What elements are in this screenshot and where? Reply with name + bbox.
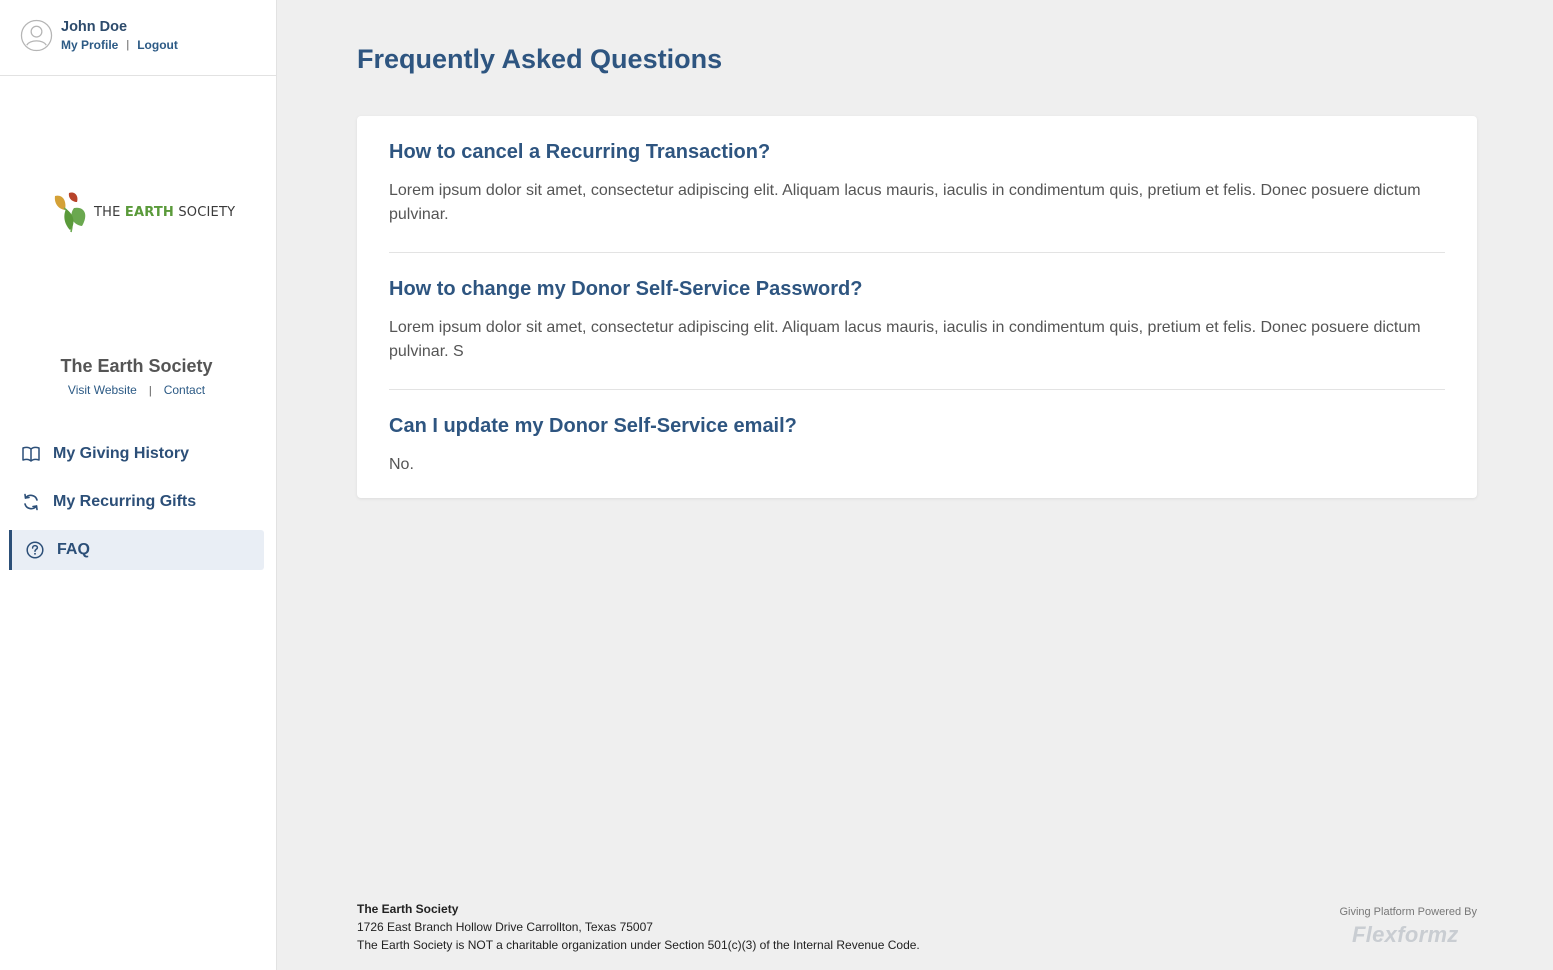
nav-item-label: My Giving History bbox=[53, 445, 190, 462]
leaves-logo-icon bbox=[54, 192, 86, 233]
powered-by-text: Giving Platform Powered By bbox=[1339, 906, 1477, 918]
faq-question: How to cancel a Recurring Transaction? bbox=[389, 141, 771, 163]
logo-text: THE EARTH SOCIETY bbox=[94, 204, 236, 220]
faq-question: Can I update my Donor Self-Service email… bbox=[389, 415, 797, 437]
nav-item-giving-history[interactable]: My Giving History bbox=[9, 434, 264, 474]
user-links: My Profile | Logout bbox=[61, 38, 178, 52]
org-name: The Earth Society bbox=[60, 356, 213, 376]
user-block: John Doe My Profile | Logout bbox=[0, 0, 276, 76]
visit-website-link[interactable]: Visit Website bbox=[68, 383, 137, 397]
footer-disclaimer: The Earth Society is NOT a charitable or… bbox=[357, 938, 920, 952]
org-links-separator: | bbox=[148, 385, 152, 397]
nav-item-label: My Recurring Gifts bbox=[53, 493, 197, 510]
footer-org-name: The Earth Society bbox=[357, 902, 459, 916]
logout-link[interactable]: Logout bbox=[137, 38, 178, 52]
sidebar: John Doe My Profile | Logout THE EARTH S… bbox=[0, 0, 277, 970]
faq-answer: No. bbox=[389, 456, 414, 473]
faq-question: How to change my Donor Self-Service Pass… bbox=[389, 278, 863, 300]
faq-item: Can I update my Donor Self-Service email… bbox=[389, 414, 1445, 477]
flexformz-logo[interactable]: Flexformz bbox=[1352, 922, 1459, 948]
page-title: Frequently Asked Questions bbox=[357, 44, 723, 74]
user-avatar-icon bbox=[20, 19, 53, 52]
book-icon bbox=[21, 444, 41, 464]
org-logo[interactable]: THE EARTH SOCIETY bbox=[52, 190, 235, 234]
contact-link[interactable]: Contact bbox=[164, 383, 205, 397]
footer: The Earth Society 1726 East Branch Hollo… bbox=[357, 900, 920, 954]
footer-address: 1726 East Branch Hollow Drive Carrollton… bbox=[357, 920, 653, 934]
faq-item: How to cancel a Recurring Transaction? L… bbox=[389, 140, 1445, 253]
sidebar-nav: My Giving History My Recurring Gifts FAQ bbox=[9, 434, 264, 578]
org-links: Visit Website | Contact bbox=[0, 383, 273, 397]
my-profile-link[interactable]: My Profile bbox=[61, 38, 118, 52]
user-name: John Doe bbox=[61, 19, 128, 35]
user-links-separator: | bbox=[126, 39, 130, 51]
faq-answer: Lorem ipsum dolor sit amet, consectetur … bbox=[389, 319, 1421, 360]
nav-item-faq[interactable]: FAQ bbox=[9, 530, 264, 570]
nav-item-label: FAQ bbox=[57, 541, 90, 558]
faq-item: How to change my Donor Self-Service Pass… bbox=[389, 277, 1445, 390]
faq-card: How to cancel a Recurring Transaction? L… bbox=[357, 116, 1477, 498]
nav-item-recurring-gifts[interactable]: My Recurring Gifts bbox=[9, 482, 264, 522]
question-circle-icon bbox=[25, 540, 45, 560]
refresh-icon bbox=[21, 492, 41, 512]
faq-answer: Lorem ipsum dolor sit amet, consectetur … bbox=[389, 182, 1421, 223]
